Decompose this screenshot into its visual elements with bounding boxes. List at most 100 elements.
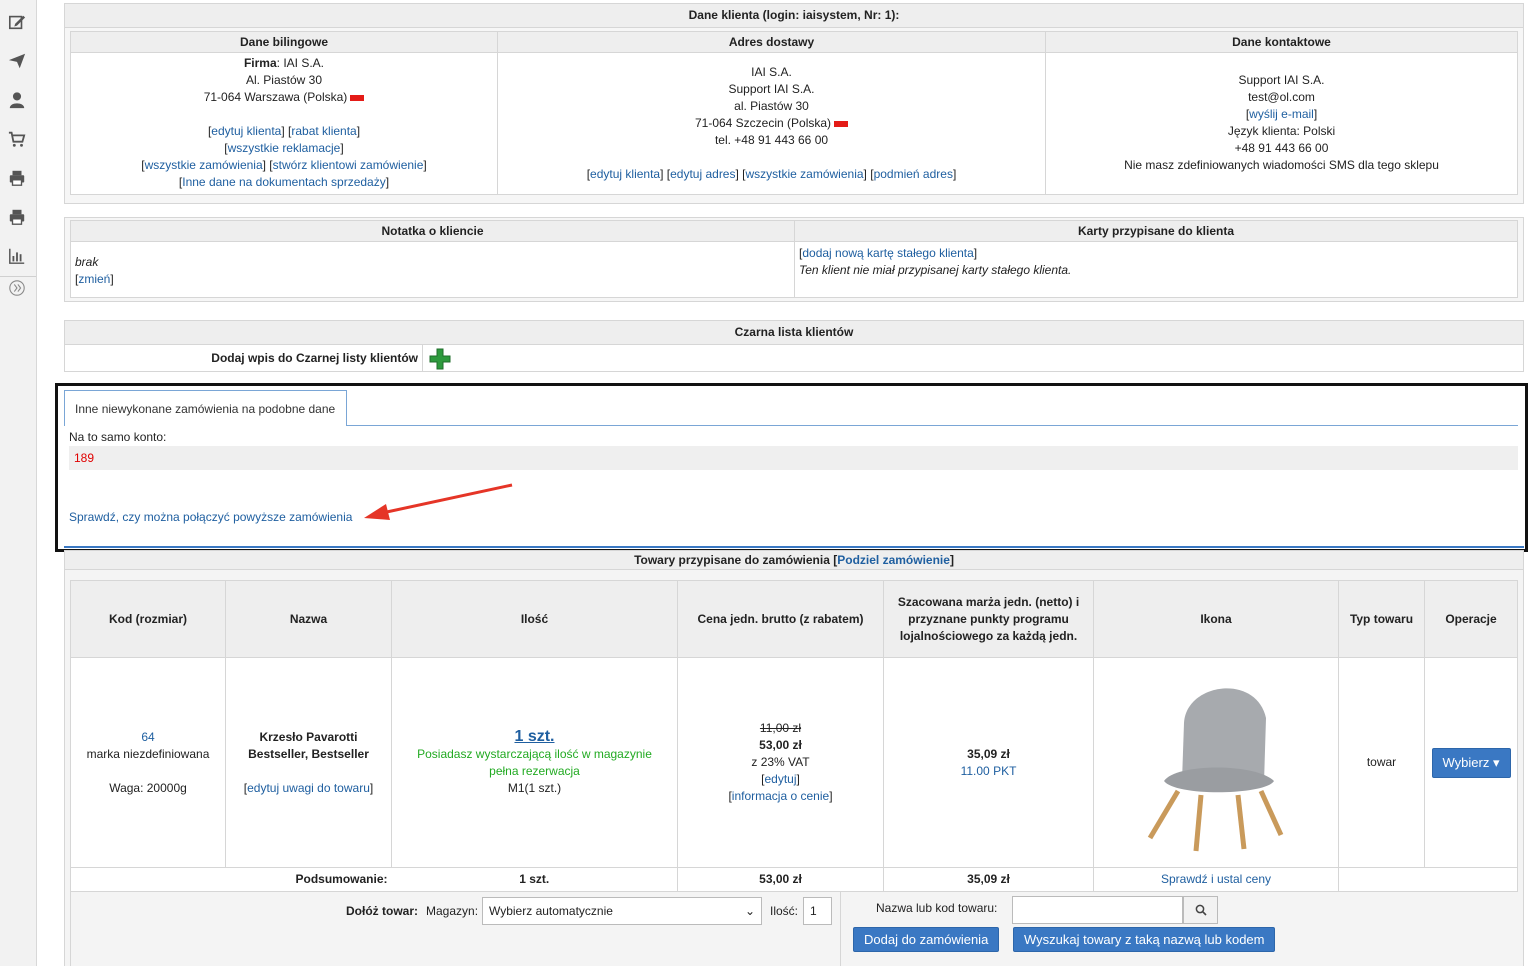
client-data-title: Dane klienta (login: iaisystem, Nr: 1): xyxy=(65,4,1523,28)
all-orders-link[interactable]: wszystkie zamówienia xyxy=(145,158,263,172)
select-button-label: Wybierz xyxy=(1442,754,1490,770)
price-info-link[interactable]: informacja o cenie xyxy=(732,789,829,803)
billing-firma-label: Firma xyxy=(243,56,277,70)
blacklist-panel: Czarna lista klientów Dodaj wpis do Czar… xyxy=(64,320,1524,372)
billing-title: Dane bilingowe xyxy=(70,31,498,53)
caret-down-icon: ▾ xyxy=(1492,754,1500,770)
summary-row: Podsumowanie: 1 szt. 53,00 zł 35,09 zł S… xyxy=(70,867,1518,892)
delivery-title: Adres dostawy xyxy=(497,31,1046,53)
cards-cell: [dodaj nową kartę stałego klienta] Ten k… xyxy=(794,241,1518,298)
expand-icon[interactable] xyxy=(6,277,28,299)
contact-language: Język klienta: Polski xyxy=(1227,124,1336,138)
all-complaints-link[interactable]: wszystkie reklamacje xyxy=(228,141,341,155)
col-price: Cena jedn. brutto (z rabatem) xyxy=(677,580,884,658)
col-qty: Ilość xyxy=(391,580,678,658)
create-order-link[interactable]: stwórz klientowi zamówienie xyxy=(273,158,424,172)
col-name: Nazwa xyxy=(225,580,392,658)
billing-cell: Firma: IAI S.A. Al. Piastów 30 71-064 Wa… xyxy=(70,52,498,195)
unit-margin: 35,09 zł xyxy=(967,746,1010,761)
search-input[interactable] xyxy=(1012,896,1183,924)
cards-title: Karty przypisane do klienta xyxy=(794,220,1518,242)
col-icon: Ikona xyxy=(1093,580,1339,658)
delivery-line1: IAI S.A. xyxy=(751,65,792,79)
add-loyalty-card-link[interactable]: dodaj nową kartę stałego klienta xyxy=(802,246,973,260)
select-action-button[interactable]: Wybierz ▾ xyxy=(1431,747,1511,778)
summary-margin: 35,09 zł xyxy=(883,867,1094,892)
col-type: Typ towaru xyxy=(1338,580,1425,658)
summary-price: 53,00 zł xyxy=(677,867,884,892)
billing-city: 71-064 Warszawa (Polska) xyxy=(203,90,348,104)
edit-address-link[interactable]: edytuj adres xyxy=(670,167,735,181)
add-plus-icon[interactable] xyxy=(429,348,451,370)
price-cell: 11,00 zł 53,00 zł z 23% VAT [edytuj] [in… xyxy=(677,657,884,868)
products-header: Towary przypisane do zamówienia [Podziel… xyxy=(64,550,1524,570)
contact-line1: Support IAI S.A. xyxy=(1238,73,1325,87)
product-image[interactable] xyxy=(1116,662,1316,863)
chart-icon[interactable] xyxy=(6,245,28,267)
product-weight: Waga: 20000g xyxy=(109,780,187,795)
blacklist-add-label: Dodaj wpis do Czarnej listy klientów xyxy=(65,345,423,372)
all-orders-link[interactable]: wszystkie zamówienia xyxy=(746,167,864,181)
product-code-link[interactable]: 64 xyxy=(141,730,154,744)
client-discount-link[interactable]: rabat klienta xyxy=(291,124,356,138)
col-margin: Szacowana marża jedn. (netto) i przyznan… xyxy=(883,580,1094,658)
warehouse-label: Magazyn: xyxy=(426,904,479,918)
stock-message: Posiadasz wystarczającą ilość w magazyni… xyxy=(417,747,652,761)
edit-client-link[interactable]: edytuj klienta xyxy=(211,124,281,138)
loyalty-points-link[interactable]: 11.00 PKT xyxy=(961,764,1017,778)
user-icon[interactable] xyxy=(6,89,28,111)
change-note-link[interactable]: zmień xyxy=(78,272,110,286)
sales-docs-data-link[interactable]: Inne dane na dokumentach sprzedaży xyxy=(182,175,385,189)
note-cell: brak [zmień] xyxy=(70,241,795,298)
qty-label: Ilość: xyxy=(770,904,799,918)
operations-cell: Wybierz ▾ xyxy=(1424,657,1518,868)
contact-title: Dane kontaktowe xyxy=(1045,31,1518,53)
quantity-link[interactable]: 1 szt. xyxy=(514,728,554,745)
check-prices-link[interactable]: Sprawdź i ustal ceny xyxy=(1161,872,1271,886)
contact-cell: Support IAI S.A. test@ol.com [wyślij e-m… xyxy=(1045,52,1518,195)
sidebar xyxy=(0,0,37,966)
chair-icon xyxy=(1147,687,1284,851)
print-icon[interactable] xyxy=(6,167,28,189)
client-data-table: Dane bilingowe Adres dostawy Dane kontak… xyxy=(70,31,1518,195)
note-title: Notatka o kliencie xyxy=(70,220,795,242)
delivery-line4: 71-064 Szczecin (Polska) xyxy=(694,116,832,130)
edit-icon[interactable] xyxy=(6,11,28,33)
billing-street: Al. Piastów 30 xyxy=(245,73,323,87)
blacklist-title: Czarna lista klientów xyxy=(65,321,1523,345)
contact-email: test@ol.com xyxy=(1248,90,1315,104)
edit-item-notes-link[interactable]: edytuj uwagi do towaru xyxy=(247,781,370,795)
col-code: Kod (rozmiar) xyxy=(70,580,226,658)
warehouse-select[interactable]: Wybierz automatycznie ⌄ xyxy=(482,897,762,925)
print-icon[interactable] xyxy=(6,206,28,228)
products-table: Kod (rozmiar) Nazwa Ilość Cena jedn. bru… xyxy=(70,580,1518,892)
products-panel: Towary przypisane do zamówienia [Podziel… xyxy=(64,550,1524,966)
contact-sms-info: Nie masz zdefiniowanych wiadomości SMS d… xyxy=(1124,158,1439,172)
send-icon[interactable] xyxy=(6,50,28,72)
add-item-label: Dołóż towar: xyxy=(346,904,418,918)
icon-cell xyxy=(1093,657,1339,868)
client-data-panel: Dane klienta (login: iaisystem, Nr: 1): … xyxy=(64,3,1524,204)
edit-price-link[interactable]: edytuj xyxy=(764,772,796,786)
summary-label: Podsumowanie: xyxy=(70,867,392,892)
product-name: Krzesło Pavarotti Bestseller, Bestseller xyxy=(248,729,369,761)
split-order-link[interactable]: Podziel zamówienie xyxy=(837,553,950,567)
edit-client-link[interactable]: edytuj klienta xyxy=(590,167,660,181)
cart-icon[interactable] xyxy=(6,128,28,150)
search-button[interactable] xyxy=(1183,896,1218,924)
product-brand: marka niezdefiniowana xyxy=(86,746,210,761)
qty-input[interactable]: 1 xyxy=(803,897,832,925)
reservation-status: pełna rezerwacja xyxy=(489,764,580,778)
old-price: 11,00 zł xyxy=(759,721,802,735)
add-item-area: Dołóż towar: Magazyn: Wybierz automatycz… xyxy=(70,892,1518,966)
add-to-order-button[interactable]: Dodaj do zamówienia xyxy=(853,927,1000,952)
poland-flag-icon xyxy=(834,120,849,127)
send-email-link[interactable]: wyślij e-mail xyxy=(1249,107,1314,121)
swap-address-link[interactable]: podmień adres xyxy=(874,167,953,181)
delivery-line3: al. Piastów 30 xyxy=(734,99,809,113)
note-value: brak xyxy=(75,255,99,269)
contact-phone: +48 91 443 66 00 xyxy=(1234,141,1329,155)
chevron-down-icon: ⌄ xyxy=(744,904,755,918)
search-products-button[interactable]: Wyszukaj towary z taką nazwą lub kodem xyxy=(1013,927,1276,952)
type-cell: towar xyxy=(1338,657,1425,868)
